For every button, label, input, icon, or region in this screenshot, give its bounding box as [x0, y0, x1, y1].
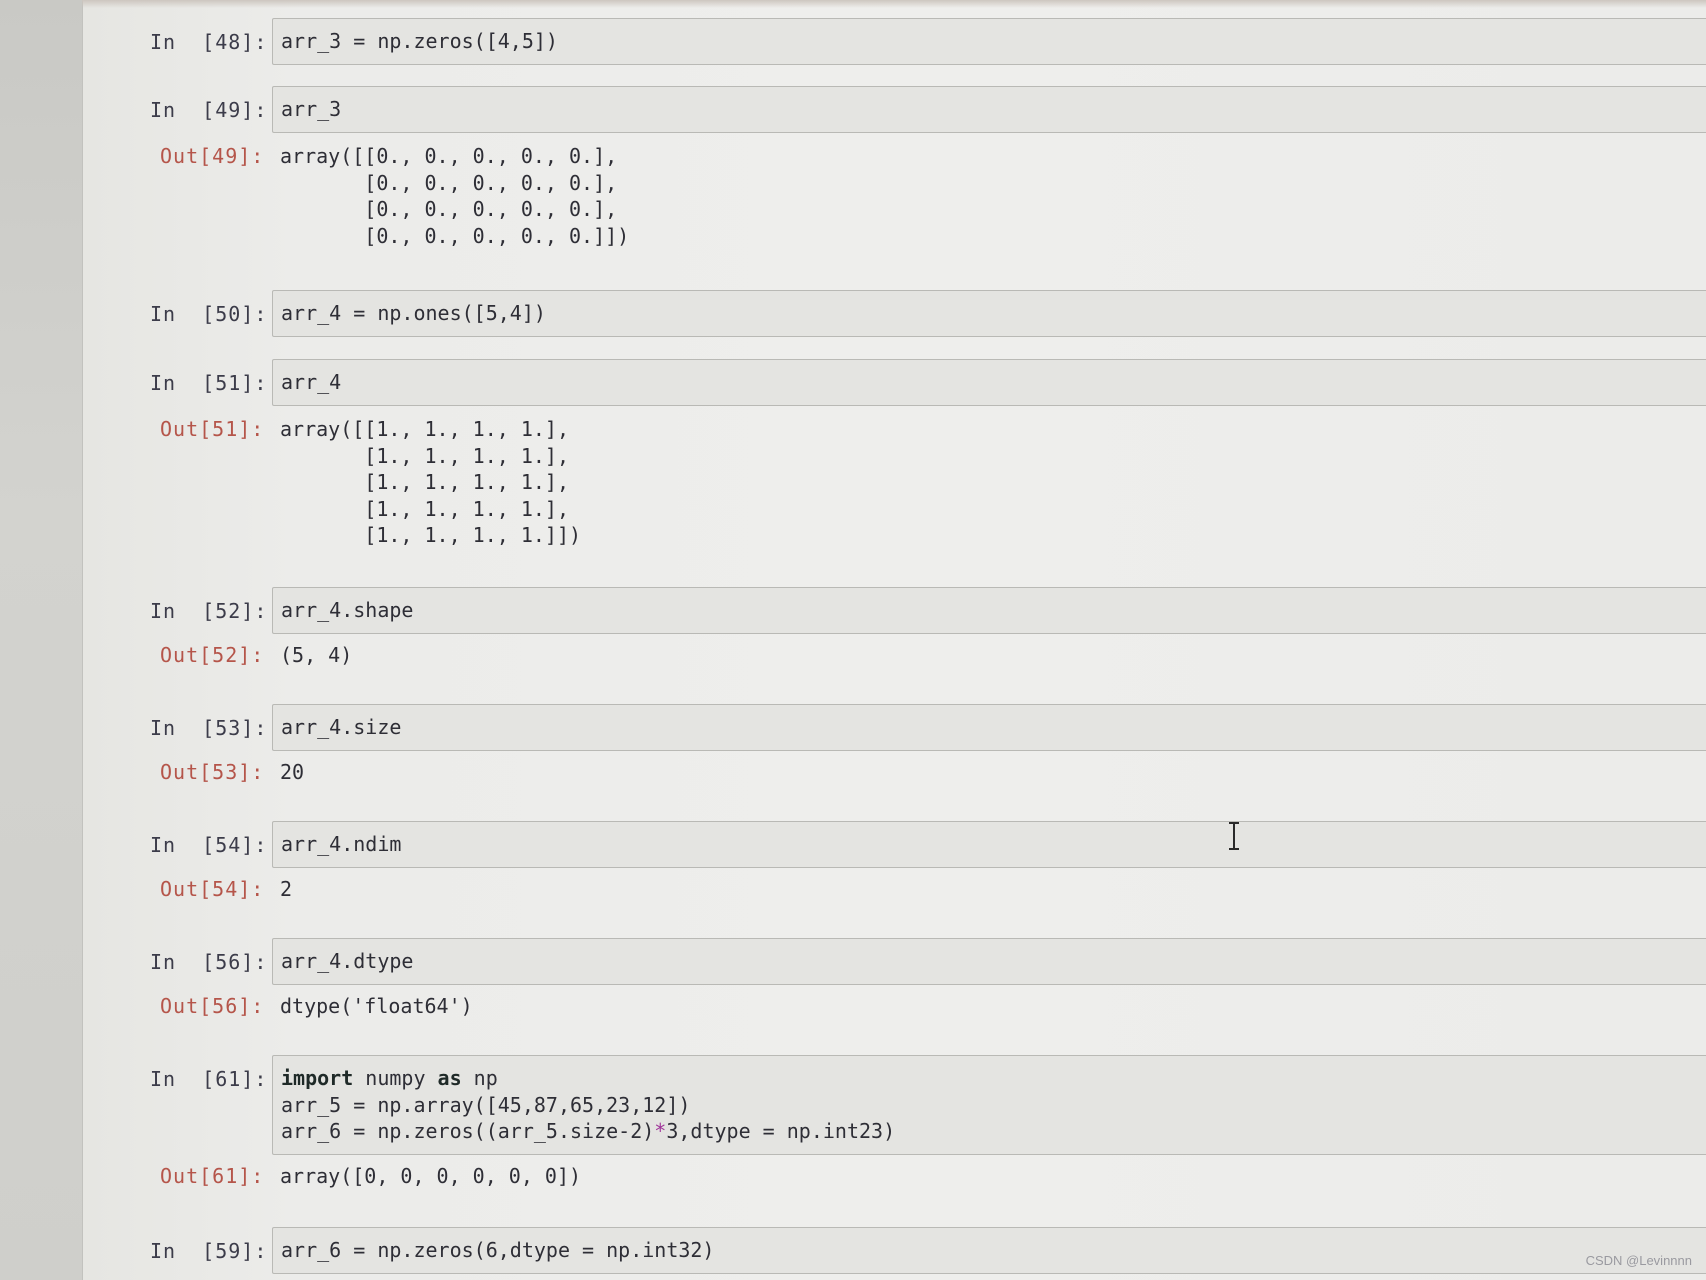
out-prompt: Out[49]: — [160, 144, 265, 168]
notebook-cell: In [52]: arr_4.shape Out[52]: (5, 4) — [150, 587, 1706, 669]
out-prompt: Out[61]: — [160, 1163, 265, 1188]
in-prompt: In [49]: — [150, 98, 268, 122]
code-input[interactable]: arr_6 = np.zeros(6,dtype = np.int32) — [272, 1227, 1706, 1274]
out-prompt: Out[52]: — [160, 643, 265, 667]
code-line: arr_6 = np.zeros((arr_5.size-2)*3,dtype … — [281, 1118, 1698, 1145]
output-line: [1., 1., 1., 1.]]) — [280, 523, 582, 547]
out-prompt: Out[53]: — [160, 760, 265, 784]
notebook-cell: In [59]: arr_6 = np.zeros(6,dtype = np.i… — [150, 1227, 1706, 1274]
in-prompt: In [54]: — [150, 833, 268, 857]
code-input[interactable]: arr_4.shape — [272, 587, 1706, 634]
input-row: In [50]: arr_4 = np.ones([5,4]) — [150, 290, 1706, 337]
operator: * — [654, 1119, 667, 1143]
output-line: [0., 0., 0., 0., 0.], — [280, 197, 618, 221]
cell-output: 20 — [272, 753, 304, 786]
output-row: Out[61]: array([0, 0, 0, 0, 0, 0]) — [150, 1157, 1706, 1190]
code-line: arr_4.shape — [281, 598, 414, 622]
out-prompt: Out[54]: — [160, 877, 265, 901]
monitor-bezel-edge — [0, 0, 83, 1280]
output-line: array([[1., 1., 1., 1.], — [280, 417, 569, 441]
in-prompt: In [48]: — [150, 30, 268, 54]
notebook-cell: In [56]: arr_4.dtype Out[56]: dtype('flo… — [150, 938, 1706, 1020]
input-row: In [61]: import numpy as np arr_5 = np.ar… — [150, 1055, 1706, 1155]
input-row: In [59]: arr_6 = np.zeros(6,dtype = np.i… — [150, 1227, 1706, 1274]
code-text: arr_6 = np.zeros((arr_5.size-2) — [281, 1119, 655, 1143]
output-line: [1., 1., 1., 1.], — [280, 470, 569, 494]
notebook-cell: In [48]: arr_3 = np.zeros([4,5]) — [150, 18, 1706, 65]
notebook-cell: In [51]: arr_4 Out[51]: array([[1., 1., … — [150, 359, 1706, 549]
code-input[interactable]: arr_4.ndim — [272, 821, 1706, 868]
input-row: In [52]: arr_4.shape — [150, 587, 1706, 634]
out-prompt: Out[56]: — [160, 994, 265, 1018]
notebook-cell: In [61]: import numpy as np arr_5 = np.ar… — [150, 1055, 1706, 1190]
code-text: np — [461, 1066, 498, 1090]
input-row: In [51]: arr_4 — [150, 359, 1706, 406]
out-prompt: Out[51]: — [160, 417, 265, 441]
output-line: [0., 0., 0., 0., 0.], — [280, 170, 618, 195]
in-prompt: In [61]: — [150, 1067, 268, 1091]
output-row: Out[56]: dtype('float64') — [150, 987, 1706, 1020]
output-row: Out[49]: array([[0., 0., 0., 0., 0.], [0… — [150, 137, 1706, 249]
i-beam-cursor-icon — [1228, 822, 1240, 850]
screen-top-edge — [82, 0, 1706, 8]
output-line: [1., 1., 1., 1.], — [280, 443, 569, 468]
code-line: arr_6 = np.zeros(6,dtype = np.int32) — [281, 1238, 715, 1262]
code-line: arr_4.dtype — [281, 949, 414, 973]
input-row: In [54]: arr_4.ndim — [150, 821, 1706, 868]
code-input[interactable]: arr_4 = np.ones([5,4]) — [272, 290, 1706, 337]
in-prompt: In [50]: — [150, 302, 268, 326]
cell-output: (5, 4) — [272, 636, 352, 669]
output-line: array([0, 0, 0, 0, 0, 0]) — [280, 1163, 582, 1188]
output-line: array([[0., 0., 0., 0., 0.], — [280, 144, 618, 168]
output-row: Out[53]: 20 — [150, 753, 1706, 786]
notebook-cell: In [54]: arr_4.ndim Out[54]: 2 — [150, 821, 1706, 903]
output-row: Out[54]: 2 — [150, 870, 1706, 903]
in-prompt: In [51]: — [150, 371, 268, 395]
input-row: In [48]: arr_3 = np.zeros([4,5]) — [150, 18, 1706, 65]
code-input[interactable]: arr_4.size — [272, 704, 1706, 751]
in-prompt: In [59]: — [150, 1239, 268, 1263]
code-text: numpy — [353, 1066, 438, 1090]
code-input[interactable]: arr_3 = np.zeros([4,5]) — [272, 18, 1706, 65]
notebook-cell: In [53]: arr_4.size Out[53]: 20 — [150, 704, 1706, 786]
cell-output: dtype('float64') — [272, 987, 473, 1020]
in-prompt: In [56]: — [150, 950, 268, 974]
notebook-cell: In [50]: arr_4 = np.ones([5,4]) — [150, 290, 1706, 337]
cell-output: array([[1., 1., 1., 1.], [1., 1., 1., 1.… — [272, 410, 581, 549]
cell-output: array([[0., 0., 0., 0., 0.], [0., 0., 0.… — [272, 137, 629, 249]
output-line: 2 — [280, 877, 293, 901]
code-input[interactable]: arr_3 — [272, 86, 1706, 133]
code-line: arr_3 = np.zeros([4,5]) — [281, 29, 558, 53]
output-line: [1., 1., 1., 1.], — [280, 496, 569, 521]
notebook-cell: In [49]: arr_3 Out[49]: array([[0., 0., … — [150, 86, 1706, 249]
watermark: CSDN @Levinnnn — [1585, 1253, 1692, 1268]
code-input[interactable]: arr_4.dtype — [272, 938, 1706, 985]
code-input[interactable]: import numpy as np arr_5 = np.array([45,8… — [272, 1055, 1706, 1155]
keyword: as — [437, 1066, 462, 1090]
code-line: arr_4.ndim — [281, 832, 402, 856]
code-input[interactable]: arr_4 — [272, 359, 1706, 406]
code-line: arr_4.size — [281, 715, 402, 739]
output-line: 20 — [280, 760, 305, 784]
in-prompt: In [53]: — [150, 716, 268, 740]
output-row: Out[51]: array([[1., 1., 1., 1.], [1., 1… — [150, 410, 1706, 549]
code-line: arr_5 = np.array([45,87,65,23,12]) — [281, 1092, 691, 1117]
output-line: [0., 0., 0., 0., 0.]]) — [280, 223, 630, 248]
input-row: In [56]: arr_4.dtype — [150, 938, 1706, 985]
code-line: arr_4 — [281, 370, 342, 394]
in-prompt: In [52]: — [150, 599, 268, 623]
keyword: import — [281, 1066, 354, 1090]
code-line: arr_4 = np.ones([5,4]) — [281, 301, 546, 325]
code-text: 3,dtype = np.int23) — [666, 1119, 896, 1143]
input-row: In [53]: arr_4.size — [150, 704, 1706, 751]
output-line: dtype('float64') — [280, 994, 473, 1018]
code-line: arr_3 — [281, 97, 342, 121]
cell-output: array([0, 0, 0, 0, 0, 0]) — [272, 1157, 581, 1190]
output-line: (5, 4) — [280, 643, 353, 667]
output-row: Out[52]: (5, 4) — [150, 636, 1706, 669]
cell-output: 2 — [272, 870, 292, 903]
code-line: import numpy as np — [281, 1065, 1698, 1092]
input-row: In [49]: arr_3 — [150, 86, 1706, 133]
